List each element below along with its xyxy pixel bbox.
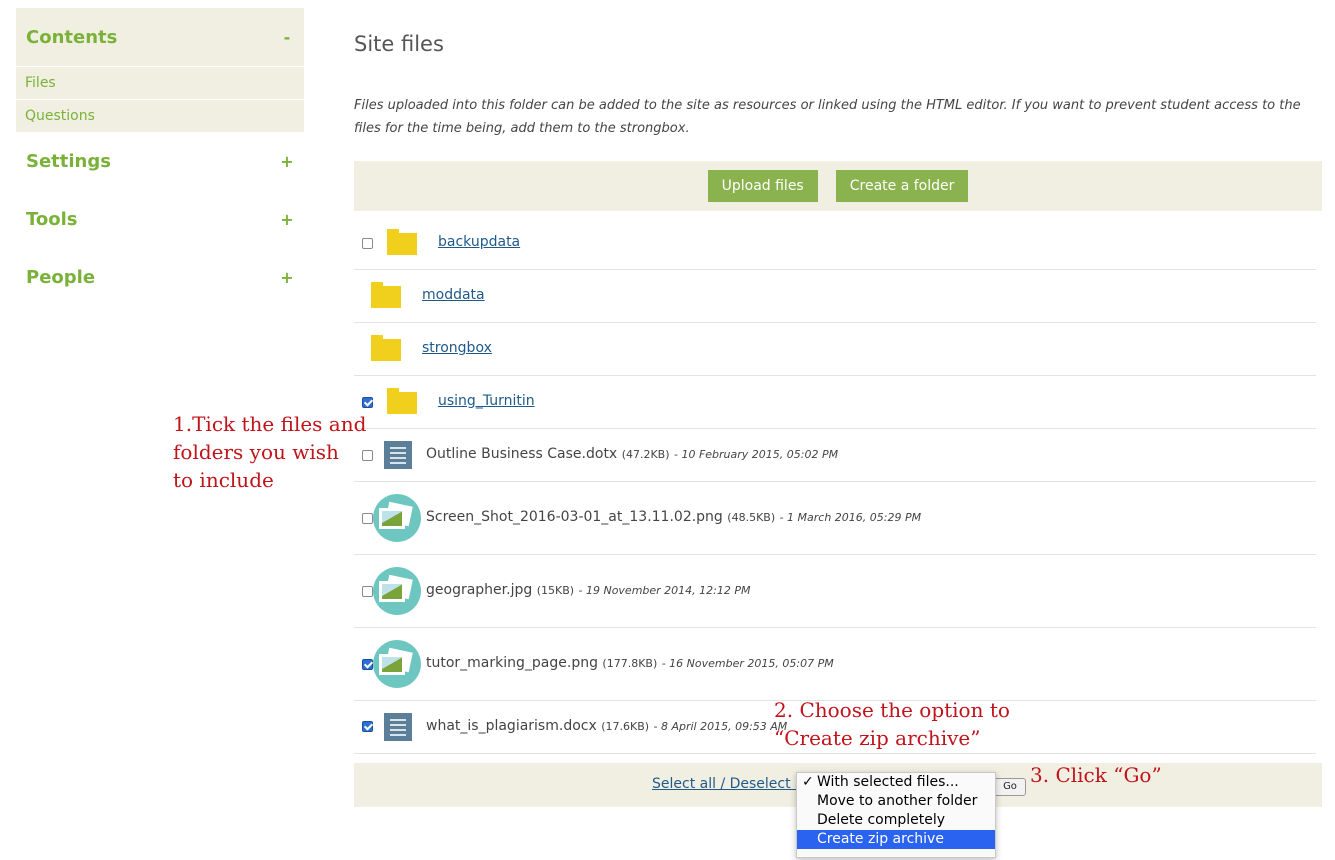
file-row-outline: Outline Business Case.dotx (47.2KB) - 10… xyxy=(354,429,1316,482)
file-date: - 1 March 2016, 05:29 PM xyxy=(779,511,922,524)
settings-section: Settings + xyxy=(16,132,304,190)
dropdown-option-label: With selected files... xyxy=(817,774,959,790)
bulk-action-dropdown[interactable]: ✓ With selected files... Move to another… xyxy=(796,772,996,858)
file-name[interactable]: what_is_plagiarism.docx xyxy=(426,718,597,734)
annotation-step-2: 2. Choose the option to “Create zip arch… xyxy=(774,696,1010,752)
dropdown-option[interactable]: ✓ With selected files... xyxy=(797,773,995,792)
row-checkbox[interactable] xyxy=(362,397,373,408)
intro-text: Files uploaded into this folder can be a… xyxy=(354,98,1301,136)
file-date: - 8 April 2015, 09:53 AM xyxy=(653,720,788,733)
people-header[interactable]: People + xyxy=(16,248,304,306)
image-icon xyxy=(373,494,421,542)
file-row-using-turnitin: using_Turnitin xyxy=(354,376,1316,429)
file-row-screenshot: Screen_Shot_2016-03-01_at_13.11.02.png (… xyxy=(354,482,1316,555)
row-checkbox[interactable] xyxy=(362,238,373,249)
image-icon xyxy=(373,567,421,615)
contents-title: Contents xyxy=(26,26,118,48)
expand-icon[interactable]: + xyxy=(280,210,294,229)
row-checkbox[interactable] xyxy=(362,513,373,524)
contents-header[interactable]: Contents - xyxy=(16,8,304,66)
expand-icon[interactable]: + xyxy=(280,268,294,287)
dropdown-option[interactable]: Move to another folder xyxy=(797,792,995,811)
file-entry: geographer.jpg (15KB) - 19 November 2014… xyxy=(426,582,751,598)
dropdown-option-label: Create zip archive xyxy=(817,831,944,847)
file-size: (15KB) xyxy=(536,584,575,597)
file-row-geographer: geographer.jpg (15KB) - 19 November 2014… xyxy=(354,555,1316,628)
document-icon xyxy=(384,441,412,469)
annotation-line: “Create zip archive” xyxy=(774,726,981,750)
people-section: People + xyxy=(16,248,304,306)
upload-files-button[interactable]: Upload files xyxy=(707,170,818,202)
annotation-step-1: 1.Tick the files and folders you wish to… xyxy=(173,410,366,494)
folder-icon xyxy=(387,229,417,255)
folder-icon xyxy=(371,335,401,361)
file-entry: tutor_marking_page.png (177.8KB) - 16 No… xyxy=(426,655,834,671)
annotation-line: to include xyxy=(173,468,274,492)
file-entry: what_is_plagiarism.docx (17.6KB) - 8 Apr… xyxy=(426,718,787,734)
file-date: - 16 November 2015, 05:07 PM xyxy=(661,657,834,670)
image-icon xyxy=(373,640,421,688)
sidebar: Contents - Files Questions Settings + To… xyxy=(16,8,304,306)
collapse-icon[interactable]: - xyxy=(280,28,294,47)
row-checkbox[interactable] xyxy=(362,659,373,670)
folder-link-using-turnitin[interactable]: using_Turnitin xyxy=(438,393,535,409)
page-title: Site files xyxy=(354,32,444,56)
file-date: - 19 November 2014, 12:12 PM xyxy=(578,584,751,597)
file-entry: Outline Business Case.dotx (47.2KB) - 10… xyxy=(426,446,838,462)
file-entry: Screen_Shot_2016-03-01_at_13.11.02.png (… xyxy=(426,509,921,525)
row-checkbox[interactable] xyxy=(362,721,373,732)
file-size: (47.2KB) xyxy=(621,448,670,461)
expand-icon[interactable]: + xyxy=(280,152,294,171)
dropdown-option-label: Move to another folder xyxy=(817,793,978,809)
people-title: People xyxy=(26,266,96,288)
file-row-moddata: moddata xyxy=(354,270,1316,323)
dropdown-option-label: Delete completely xyxy=(817,812,946,828)
annotation-line: folders you wish xyxy=(173,440,339,464)
settings-title: Settings xyxy=(26,150,111,172)
tools-header[interactable]: Tools + xyxy=(16,190,304,248)
folder-icon xyxy=(387,388,417,414)
row-checkbox[interactable] xyxy=(362,586,373,597)
go-button[interactable]: Go xyxy=(994,778,1026,796)
folder-icon xyxy=(371,282,401,308)
create-folder-button[interactable]: Create a folder xyxy=(835,170,969,202)
file-name[interactable]: geographer.jpg xyxy=(426,582,532,598)
annotation-line: 1.Tick the files and xyxy=(173,412,367,436)
tools-section: Tools + xyxy=(16,190,304,248)
dropdown-option[interactable]: Delete completely xyxy=(797,811,995,830)
dropdown-option-highlighted[interactable]: Create zip archive xyxy=(797,830,995,849)
file-row-backupdata: backupdata xyxy=(354,216,1316,270)
settings-header[interactable]: Settings + xyxy=(16,132,304,190)
contents-section: Contents - Files Questions xyxy=(16,8,304,132)
annotation-line: 2. Choose the option to xyxy=(774,698,1010,722)
file-size: (17.6KB) xyxy=(601,720,650,733)
file-name[interactable]: Outline Business Case.dotx xyxy=(426,446,617,462)
folder-link-moddata[interactable]: moddata xyxy=(422,287,485,303)
file-name[interactable]: Screen_Shot_2016-03-01_at_13.11.02.png xyxy=(426,509,723,525)
file-size: (177.8KB) xyxy=(602,657,658,670)
file-name[interactable]: tutor_marking_page.png xyxy=(426,655,598,671)
folder-link-backupdata[interactable]: backupdata xyxy=(438,234,520,250)
tools-title: Tools xyxy=(26,208,78,230)
file-row-tutor-marking: tutor_marking_page.png (177.8KB) - 16 No… xyxy=(354,628,1316,701)
file-toolbar: Upload files Create a folder xyxy=(354,161,1322,211)
check-icon: ✓ xyxy=(802,774,814,790)
sidebar-item-files[interactable]: Files xyxy=(16,66,304,99)
file-size: (48.5KB) xyxy=(727,511,776,524)
select-all-link[interactable]: Select all / Deselect all xyxy=(652,776,811,792)
annotation-step-3: 3. Click “Go” xyxy=(1030,763,1162,787)
file-list: backupdata moddata strongbox using_Turni… xyxy=(354,216,1316,754)
file-date: - 10 February 2015, 05:02 PM xyxy=(673,448,839,461)
sidebar-item-questions[interactable]: Questions xyxy=(16,99,304,132)
folder-link-strongbox[interactable]: strongbox xyxy=(422,340,492,356)
document-icon xyxy=(384,713,412,741)
file-row-strongbox: strongbox xyxy=(354,323,1316,376)
